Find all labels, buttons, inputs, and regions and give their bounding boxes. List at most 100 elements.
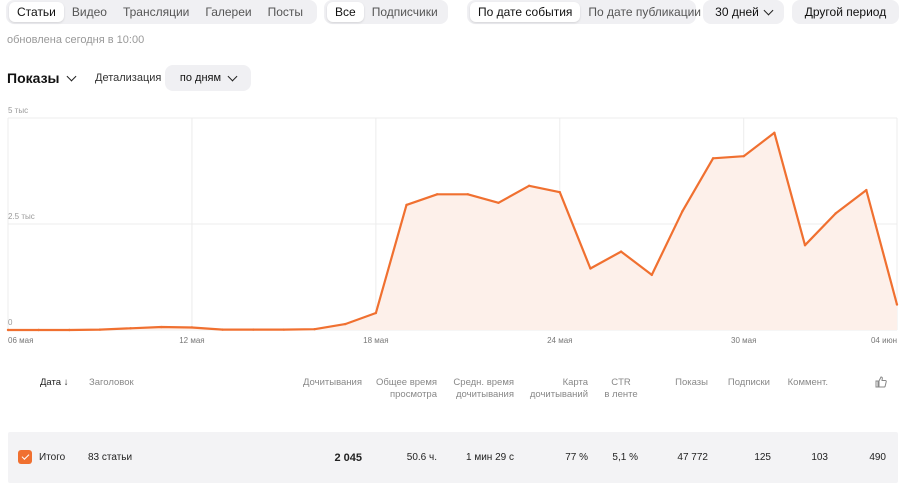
- col-likes-header[interactable]: [875, 376, 887, 392]
- col-card-line2: дочитываний: [529, 389, 588, 400]
- data-point: [435, 193, 439, 196]
- col-avg-time-line2: дочитывания: [456, 389, 514, 400]
- table-total-row: Итого 83 статьи 2 045 50.6 ч. 1 мин 29 с…: [8, 432, 898, 483]
- col-card-line1: Карта: [562, 377, 588, 388]
- chevron-down-icon: [763, 5, 774, 15]
- col-subs-header[interactable]: Подписки: [720, 377, 770, 389]
- data-point: [221, 328, 224, 331]
- thumbs-up-icon: [875, 376, 887, 388]
- period-select[interactable]: 30 дней: [703, 0, 784, 24]
- total-row-checkbox[interactable]: [18, 450, 32, 464]
- total-label: Итого: [39, 452, 66, 463]
- data-point: [895, 303, 899, 306]
- total-avg-time: 1 мин 29 с: [465, 452, 514, 463]
- data-point: [344, 322, 347, 326]
- data-point: [497, 201, 500, 204]
- x-tick-label: 06 мая: [8, 336, 33, 345]
- tab-video[interactable]: Видео: [64, 2, 115, 22]
- data-point: [742, 154, 745, 158]
- data-point: [681, 210, 684, 213]
- total-articles-count: 83 статьи: [88, 452, 133, 463]
- total-comments: 103: [811, 452, 828, 463]
- total-card: 77 %: [565, 452, 588, 463]
- updated-timestamp: обновлена сегодня в 10:00: [7, 34, 145, 46]
- col-card-header[interactable]: Карта дочитываний: [520, 377, 588, 401]
- chart-area: [8, 132, 897, 330]
- data-point: [619, 250, 623, 253]
- col-title-header[interactable]: Заголовок: [89, 377, 134, 389]
- total-views: 2 045: [334, 452, 362, 464]
- data-point: [650, 273, 653, 277]
- data-point: [6, 328, 10, 332]
- detail-select[interactable]: по дням: [165, 65, 251, 91]
- audience-tabs: Все Подписчики: [324, 0, 448, 24]
- col-ctr-line1: CTR: [611, 377, 631, 388]
- data-point: [374, 311, 378, 315]
- data-point: [37, 328, 40, 332]
- col-total-time-line2: просмотра: [390, 389, 437, 400]
- col-ctr-header[interactable]: CTR в ленте: [598, 377, 644, 401]
- tab-all[interactable]: Все: [327, 2, 364, 22]
- data-point: [405, 203, 408, 207]
- col-date-label: Дата: [40, 377, 62, 388]
- tab-broadcasts[interactable]: Трансляции: [115, 2, 197, 22]
- data-point: [773, 131, 776, 135]
- col-views-header[interactable]: Дочитывания: [282, 377, 362, 389]
- col-avg-time-header[interactable]: Средн. время дочитывания: [442, 377, 514, 401]
- y-tick-label: 2.5 тыс: [8, 212, 35, 221]
- data-point: [282, 328, 286, 331]
- data-point: [589, 267, 592, 270]
- data-point: [313, 327, 316, 331]
- tab-galleries[interactable]: Галереи: [197, 2, 259, 22]
- total-subs: 125: [754, 452, 771, 463]
- detail-label: Детализация: [95, 72, 162, 84]
- content-type-tabs: Статьи Видео Трансляции Галереи Посты: [6, 0, 317, 24]
- detail-select-label: по дням: [179, 72, 222, 84]
- chevron-down-icon: [66, 71, 76, 81]
- data-point: [98, 328, 102, 331]
- data-point: [160, 325, 163, 329]
- tab-by-event-date[interactable]: По дате события: [470, 2, 581, 22]
- x-tick-label: 04 июн: [871, 336, 897, 345]
- col-impressions-header[interactable]: Показы: [660, 377, 708, 389]
- total-time: 50.6 ч.: [406, 452, 437, 463]
- period-select-label: 30 дней: [715, 5, 759, 19]
- tab-subscribers[interactable]: Подписчики: [364, 2, 446, 22]
- metric-select[interactable]: Показы: [7, 70, 76, 86]
- x-tick-label: 12 мая: [179, 336, 204, 345]
- data-point: [865, 188, 868, 192]
- tab-posts[interactable]: Посты: [260, 2, 311, 22]
- x-tick-label: 18 мая: [363, 336, 388, 345]
- col-total-time-header[interactable]: Общее время просмотра: [366, 377, 437, 401]
- total-impressions: 47 772: [677, 452, 708, 463]
- tab-articles[interactable]: Статьи: [9, 2, 64, 22]
- data-point: [68, 328, 71, 332]
- total-ctr: 5,1 %: [612, 452, 638, 463]
- y-tick-label: 0: [8, 318, 13, 327]
- y-tick-label: 5 тыс: [8, 106, 28, 115]
- col-comments-header[interactable]: Коммент.: [778, 377, 828, 389]
- data-point: [129, 327, 132, 330]
- data-point: [834, 212, 837, 215]
- total-likes: 490: [869, 452, 886, 463]
- tab-by-publication-date[interactable]: По дате публикации: [580, 2, 709, 22]
- col-ctr-line2: в ленте: [604, 389, 638, 400]
- data-point: [711, 157, 715, 160]
- checkmark-icon: [21, 452, 29, 460]
- data-point: [558, 191, 561, 194]
- x-tick-label: 24 мая: [547, 336, 572, 345]
- col-date-header[interactable]: Дата ↓: [40, 377, 68, 389]
- col-total-time-line1: Общее время: [375, 377, 437, 388]
- date-mode-tabs: По дате события По дате публикации: [467, 0, 701, 24]
- x-tick-label: 30 мая: [731, 336, 756, 345]
- data-point: [527, 184, 531, 188]
- arrow-down-icon: ↓: [63, 377, 69, 388]
- other-period-button[interactable]: Другой период: [792, 0, 899, 24]
- col-avg-time-line1: Средн. время: [453, 377, 514, 388]
- chevron-down-icon: [227, 71, 238, 81]
- data-point: [190, 326, 194, 329]
- metric-select-label: Показы: [7, 70, 60, 86]
- impressions-chart: 5 тыс 2.5 тыс 0 06 мая 12 мая 18 мая 24 мая 30 …: [6, 106, 899, 345]
- data-point: [466, 193, 470, 196]
- data-point: [252, 328, 255, 331]
